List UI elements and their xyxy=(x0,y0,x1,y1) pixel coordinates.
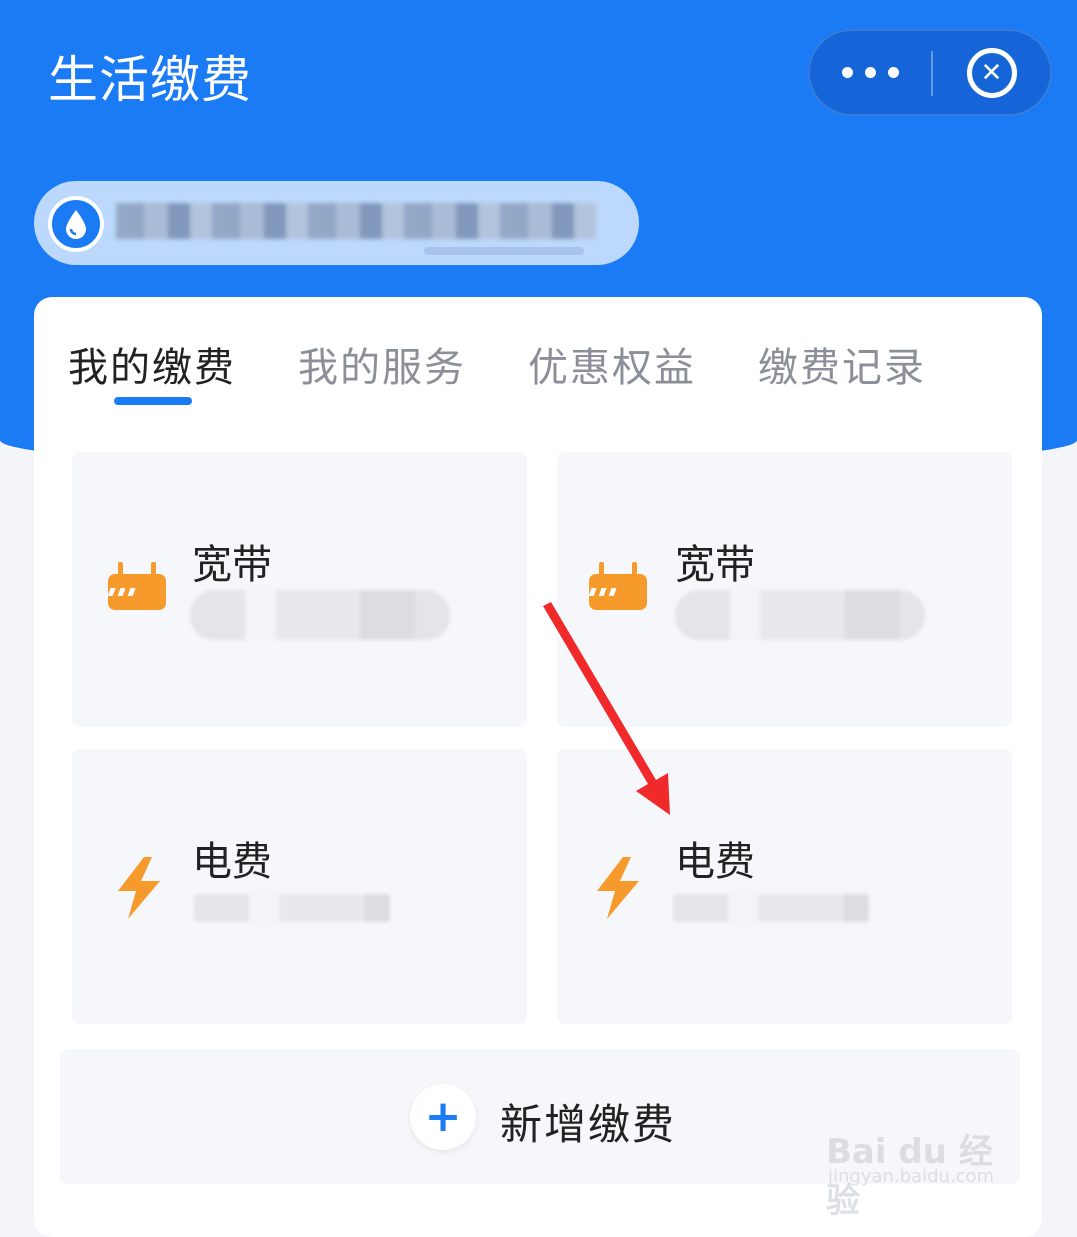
more-dots-icon xyxy=(842,67,853,78)
card-label: 宽带 xyxy=(192,542,272,588)
payment-card-broadband-1[interactable]: 宽带 xyxy=(72,452,527,727)
page-title: 生活缴费 xyxy=(48,51,252,109)
router-icon xyxy=(108,562,166,610)
payment-card-broadband-2[interactable]: 宽带 xyxy=(557,452,1012,727)
tab-bar: 我的缴费 我的服务 优惠权益 缴费记录 xyxy=(34,297,1042,407)
lightning-icon xyxy=(597,857,639,919)
tab-benefits[interactable]: 优惠权益 xyxy=(528,335,696,393)
payment-card-electricity-2[interactable]: 电费 xyxy=(557,749,1012,1024)
card-label: 电费 xyxy=(675,839,755,885)
account-underline xyxy=(424,247,584,255)
more-button[interactable] xyxy=(810,31,931,114)
more-dot xyxy=(865,67,876,78)
account-number-blurred xyxy=(194,894,390,922)
card-label: 宽带 xyxy=(675,542,755,588)
add-payment-label: 新增缴费 xyxy=(500,1100,677,1149)
lightning-icon xyxy=(118,857,160,919)
watermark-url: jingyan.baidu.com xyxy=(828,1166,995,1187)
active-tab-indicator xyxy=(114,397,192,405)
payment-card-electricity-1[interactable]: 电费 xyxy=(72,749,527,1024)
card-label: 电费 xyxy=(192,839,272,885)
mini-program-capsule: ✕ xyxy=(808,29,1052,116)
tab-my-payments[interactable]: 我的缴费 xyxy=(68,335,236,393)
account-number-blurred xyxy=(673,894,869,922)
account-number-blurred xyxy=(190,590,450,640)
account-selector[interactable] xyxy=(34,181,639,265)
more-dot xyxy=(888,67,899,78)
close-button[interactable]: ✕ xyxy=(933,31,1050,114)
baidu-watermark: Bai du 经验 jingyan.baidu.com xyxy=(826,1096,1026,1221)
account-number-blurred xyxy=(675,590,925,640)
tab-payment-records[interactable]: 缴费记录 xyxy=(758,335,926,393)
water-drop-icon xyxy=(48,196,104,252)
close-icon: ✕ xyxy=(966,47,1017,98)
plus-icon: + xyxy=(410,1084,476,1150)
account-info-blurred xyxy=(116,203,596,239)
tab-my-services[interactable]: 我的服务 xyxy=(298,335,466,393)
router-icon xyxy=(589,562,647,610)
